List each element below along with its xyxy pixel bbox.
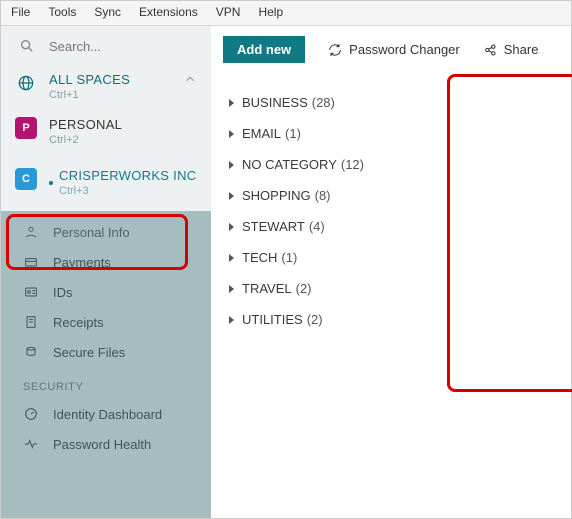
category-label: EMAIL — [242, 126, 281, 141]
share-label: Share — [504, 42, 539, 57]
space-crisper-label: CRISPERWORKS INC — [59, 168, 196, 183]
triangle-right-icon — [229, 316, 234, 324]
category-label: TECH — [242, 250, 277, 265]
triangle-right-icon — [229, 223, 234, 231]
search-icon — [19, 38, 35, 54]
nav-identity-dashboard-label: Identity Dashboard — [53, 407, 162, 422]
nav-ids-label: IDs — [53, 285, 73, 300]
nav-secure-files[interactable]: Secure Files — [1, 337, 211, 367]
section-security: SECURITY — [1, 367, 211, 399]
triangle-right-icon — [229, 130, 234, 138]
category-count: (1) — [285, 126, 301, 141]
nav-receipts[interactable]: Receipts — [1, 307, 211, 337]
highlight-categories — [447, 74, 572, 392]
category-list: BUSINESS (28) EMAIL (1) NO CATEGORY (12) SH… — [223, 79, 383, 343]
nav-ids[interactable]: IDs — [1, 277, 211, 307]
password-changer-link[interactable]: Password Changer — [327, 42, 460, 58]
category-label: NO CATEGORY — [242, 157, 337, 172]
password-changer-label: Password Changer — [349, 42, 460, 57]
crisper-badge-icon: C — [15, 168, 37, 190]
space-all-shortcut: Ctrl+1 — [49, 89, 130, 101]
search-input[interactable] — [49, 39, 169, 54]
nav-password-health[interactable]: Password Health — [1, 429, 211, 459]
category-count: (2) — [296, 281, 312, 296]
toolbar: Add new Password Changer Share — [223, 36, 559, 63]
card-icon — [23, 254, 39, 270]
category-count: (2) — [307, 312, 323, 327]
nav-receipts-label: Receipts — [53, 315, 104, 330]
personal-badge-icon: P — [15, 117, 37, 139]
category-label: BUSINESS — [242, 95, 308, 110]
category-label: SHOPPING — [242, 188, 311, 203]
refresh-icon — [327, 42, 343, 58]
nav-identity-dashboard[interactable]: Identity Dashboard — [1, 399, 211, 429]
triangle-right-icon — [229, 254, 234, 262]
nav-personal-info-label: Personal Info — [53, 225, 130, 240]
menu-extensions[interactable]: Extensions — [139, 5, 198, 19]
globe-icon — [15, 72, 37, 94]
space-all-label: ALL SPACES — [49, 72, 130, 87]
category-count: (4) — [309, 219, 325, 234]
share-link[interactable]: Share — [482, 42, 539, 58]
menu-vpn[interactable]: VPN — [216, 5, 241, 19]
receipt-icon — [23, 314, 39, 330]
space-all[interactable]: ALL SPACES Ctrl+1 — [1, 64, 211, 109]
category-label: STEWART — [242, 219, 305, 234]
category-travel[interactable]: TRAVEL (2) — [225, 273, 377, 304]
category-no-category[interactable]: NO CATEGORY (12) — [225, 149, 377, 180]
category-label: TRAVEL — [242, 281, 292, 296]
nav-payments-label: Payments — [53, 255, 111, 270]
space-personal-label: PERSONAL — [49, 117, 122, 132]
menu-tools[interactable]: Tools — [48, 5, 76, 19]
category-count: (12) — [341, 157, 364, 172]
menu-sync[interactable]: Sync — [94, 5, 121, 19]
menu-help[interactable]: Help — [258, 5, 283, 19]
category-business[interactable]: BUSINESS (28) — [225, 87, 377, 118]
chevron-up-icon[interactable] — [183, 72, 197, 89]
nav-password-health-label: Password Health — [53, 437, 151, 452]
nav-payments[interactable]: Payments — [1, 247, 211, 277]
category-count: (28) — [312, 95, 335, 110]
active-dot-icon — [49, 181, 53, 185]
category-email[interactable]: EMAIL (1) — [225, 118, 377, 149]
category-count: (8) — [315, 188, 331, 203]
category-shopping[interactable]: SHOPPING (8) — [225, 180, 377, 211]
menu-file[interactable]: File — [11, 5, 30, 19]
category-stewart[interactable]: STEWART (4) — [225, 211, 377, 242]
space-crisper-shortcut: Ctrl+3 — [59, 185, 196, 197]
triangle-right-icon — [229, 192, 234, 200]
space-personal[interactable]: P PERSONAL Ctrl+2 — [1, 109, 211, 154]
person-icon — [23, 224, 39, 240]
menu-bar: File Tools Sync Extensions VPN Help — [1, 1, 571, 26]
id-icon — [23, 284, 39, 300]
add-new-button[interactable]: Add new — [223, 36, 305, 63]
nav-secure-files-label: Secure Files — [53, 345, 125, 360]
category-utilities[interactable]: UTILITIES (2) — [225, 304, 377, 335]
dashboard-icon — [23, 406, 39, 422]
triangle-right-icon — [229, 99, 234, 107]
space-crisper[interactable]: C CRISPERWORKS INC Ctrl+3 — [1, 154, 211, 211]
main-panel: Add new Password Changer Share BUSINESS (… — [211, 26, 571, 518]
category-tech[interactable]: TECH (1) — [225, 242, 377, 273]
share-icon — [482, 42, 498, 58]
triangle-right-icon — [229, 161, 234, 169]
sidebar: ALL SPACES Ctrl+1 P PERSONAL Ctrl+2 C CR — [1, 26, 211, 518]
category-count: (1) — [281, 250, 297, 265]
files-icon — [23, 344, 39, 360]
health-icon — [23, 436, 39, 452]
nav-personal-info[interactable]: Personal Info — [1, 217, 211, 247]
category-label: UTILITIES — [242, 312, 303, 327]
search-row[interactable] — [1, 32, 211, 64]
triangle-right-icon — [229, 285, 234, 293]
space-personal-shortcut: Ctrl+2 — [49, 134, 122, 146]
